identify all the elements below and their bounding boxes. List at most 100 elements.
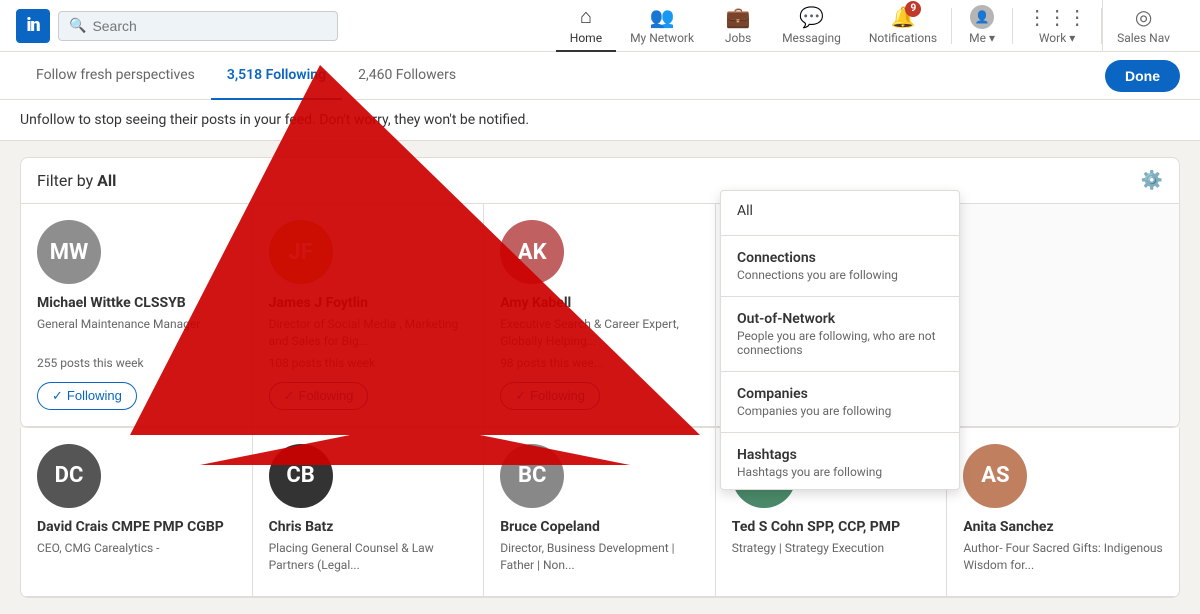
nav-item-messaging[interactable]: 💬 Messaging	[768, 0, 855, 52]
tab-following[interactable]: 3,518 Following	[211, 52, 342, 100]
page-wrapper: in 🔍 ⌂ Home 👥 My Network 💼 Jobs 💬 Messag…	[0, 0, 1200, 614]
notifications-icon: 🔔 9	[891, 5, 916, 29]
person-card-4	[947, 204, 1179, 427]
person-name-r2-3: Ted S Cohn SPP, CCP, PMP	[732, 518, 900, 536]
avatar: 👤	[970, 5, 994, 29]
nav-item-home[interactable]: ⌂ Home	[556, 0, 616, 52]
person-name-r2-1: Chris Batz	[269, 518, 334, 536]
nav-item-jobs-label: Jobs	[725, 31, 751, 45]
dropdown-item-all[interactable]: All	[721, 191, 959, 231]
person-card-r2-2: BC Bruce Copeland Director, Business Dev…	[484, 428, 716, 597]
person-name-r2-4: Anita Sanchez	[963, 518, 1053, 536]
search-bar[interactable]: 🔍	[58, 11, 338, 41]
checkmark-icon-0: ✓	[52, 388, 63, 404]
nav-item-home-label: Home	[570, 31, 602, 45]
search-icon: 🔍	[69, 18, 86, 34]
tabs-bar: Follow fresh perspectives 3,518 Followin…	[0, 52, 1200, 100]
work-icon: ⋮⋮⋮	[1027, 5, 1087, 29]
filter-value: All	[97, 171, 116, 190]
done-button[interactable]: Done	[1105, 60, 1180, 92]
dropdown-item-hashtags[interactable]: Hashtags Hashtags you are following	[721, 437, 959, 489]
nav-item-network-label: My Network	[630, 31, 694, 45]
dropdown-item-oon-sub: People you are following, who are not co…	[737, 329, 943, 357]
person-title-2: Executive Search & Career Expert, Global…	[500, 316, 699, 350]
search-input[interactable]	[92, 18, 327, 34]
people-grid-row2: DC David Crais CMPE PMP CGBP CEO, CMG Ca…	[20, 428, 1180, 598]
person-title-r2-4: Author- Four Sacred Gifts: Indigenous Wi…	[963, 540, 1163, 574]
messaging-icon: 💬	[799, 5, 824, 29]
dropdown-divider-1	[721, 235, 959, 236]
dropdown-item-hashtags-sub: Hashtags you are following	[737, 465, 943, 479]
avatar-0: MW	[37, 220, 101, 284]
avatar-r2-2: BC	[500, 444, 564, 508]
main-content: Filter by All ⚙️ MW Michael Wittke CLSSY…	[0, 141, 1200, 614]
avatar-r2-4: AS	[963, 444, 1027, 508]
person-card-2: AK Amy Kabell Executive Search & Career …	[484, 204, 716, 427]
person-card-r2-4: AS Anita Sanchez Author- Four Sacred Gif…	[947, 428, 1179, 597]
dropdown-item-oon-title: Out-of-Network	[737, 311, 943, 327]
tab-fresh[interactable]: Follow fresh perspectives	[20, 52, 211, 100]
network-icon: 👥	[650, 5, 675, 29]
nav-item-sales[interactable]: ◎ Sales Nav	[1102, 0, 1184, 52]
nav-item-notifications-label: Notifications	[869, 31, 937, 45]
avatar-1: JF	[269, 220, 333, 284]
info-bar: Unfollow to stop seeing their posts in y…	[0, 100, 1200, 141]
person-card-0: MW Michael Wittke CLSSYB General Mainten…	[21, 204, 253, 427]
following-button-2[interactable]: ✓ Following	[500, 382, 600, 410]
person-name-1: James J Foytlin	[269, 294, 368, 312]
avatar-r2-1: CB	[269, 444, 333, 508]
following-button-1[interactable]: ✓ Following	[269, 382, 369, 410]
person-title-r2-2: Director, Business Development | Father …	[500, 540, 699, 574]
person-title-0: General Maintenance Manager	[37, 316, 200, 350]
nav-items: ⌂ Home 👥 My Network 💼 Jobs 💬 Messaging 🔔…	[556, 0, 1184, 52]
filter-label: Filter by All	[37, 171, 116, 190]
nav-item-sales-label: Sales Nav	[1117, 31, 1170, 45]
sales-icon: ◎	[1135, 5, 1152, 29]
person-card-r2-0: DC David Crais CMPE PMP CGBP CEO, CMG Ca…	[21, 428, 253, 597]
dropdown-item-connections[interactable]: Connections Connections you are followin…	[721, 240, 959, 292]
avatar-r2-0: DC	[37, 444, 101, 508]
dropdown-divider-2	[721, 296, 959, 297]
filter-dropdown: All Connections Connections you are foll…	[720, 190, 960, 490]
person-title-r2-0: CEO, CMG Carealytics -	[37, 540, 159, 574]
notifications-badge: 9	[905, 1, 921, 17]
person-title-r2-3: Strategy | Strategy Execution	[732, 540, 884, 574]
nav-item-work[interactable]: ⋮⋮⋮ Work ▾	[1013, 0, 1101, 52]
filter-bar: Filter by All ⚙️	[20, 157, 1180, 204]
person-title-r2-1: Placing General Counsel & Law Partners (…	[269, 540, 468, 574]
dropdown-item-connections-title: Connections	[737, 250, 943, 266]
nav-item-jobs[interactable]: 💼 Jobs	[708, 0, 768, 52]
filter-settings-icon[interactable]: ⚙️	[1141, 170, 1163, 191]
person-name-r2-2: Bruce Copeland	[500, 518, 600, 536]
dropdown-item-connections-sub: Connections you are following	[737, 268, 943, 282]
nav-item-me-label: Me ▾	[969, 31, 995, 45]
nav-item-messaging-label: Messaging	[782, 31, 841, 45]
person-posts-0: 255 posts this week	[37, 356, 144, 370]
person-name-2: Amy Kabell	[500, 294, 571, 312]
person-name-0: Michael Wittke CLSSYB	[37, 294, 186, 312]
avatar-2: AK	[500, 220, 564, 284]
people-grid-row1: MW Michael Wittke CLSSYB General Mainten…	[20, 204, 1180, 428]
dropdown-item-companies-sub: Companies you are following	[737, 404, 943, 418]
dropdown-divider-4	[721, 432, 959, 433]
linkedin-logo[interactable]: in	[16, 9, 50, 43]
following-button-0[interactable]: ✓ Following	[37, 382, 137, 410]
dropdown-divider-3	[721, 371, 959, 372]
nav-item-me[interactable]: 👤 Me ▾	[952, 0, 1012, 52]
dropdown-item-out-of-network[interactable]: Out-of-Network People you are following,…	[721, 301, 959, 367]
person-posts-2: 98 posts this wee...	[500, 356, 603, 370]
person-card-r2-1: CB Chris Batz Placing General Counsel & …	[253, 428, 485, 597]
info-text: Unfollow to stop seeing their posts in y…	[20, 112, 529, 128]
nav-item-network[interactable]: 👥 My Network	[616, 0, 708, 52]
tab-followers[interactable]: 2,460 Followers	[342, 52, 472, 100]
home-icon: ⌂	[580, 4, 592, 29]
person-name-r2-0: David Crais CMPE PMP CGBP	[37, 518, 224, 536]
checkmark-icon-2: ✓	[515, 388, 526, 404]
nav-item-work-label: Work ▾	[1039, 31, 1075, 45]
dropdown-item-companies-title: Companies	[737, 386, 943, 402]
person-title-1: Director of Social Media , Marketing and…	[269, 316, 468, 350]
person-posts-1: 108 posts this week	[269, 356, 376, 370]
dropdown-item-hashtags-title: Hashtags	[737, 447, 943, 463]
nav-item-notifications[interactable]: 🔔 9 Notifications	[855, 0, 951, 52]
dropdown-item-companies[interactable]: Companies Companies you are following	[721, 376, 959, 428]
